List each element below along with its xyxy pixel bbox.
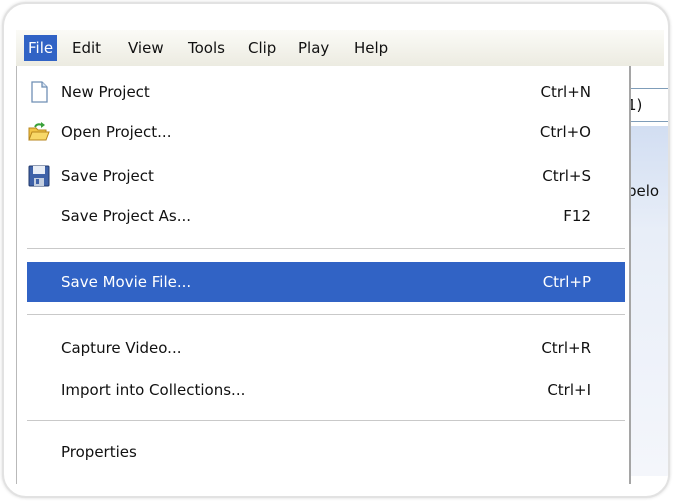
menu-file[interactable]: File (24, 35, 58, 61)
menu-item-save-movie-file[interactable]: Save Movie File... Ctrl+P (27, 262, 625, 302)
menu-item-label: Properties (61, 443, 137, 461)
menu-clip[interactable]: Clip (244, 35, 280, 61)
menu-item-import-into-collections[interactable]: Import into Collections... Ctrl+I (27, 370, 625, 410)
menu-item-shortcut: Ctrl+I (547, 381, 591, 399)
menu-item-shortcut: Ctrl+R (541, 339, 591, 357)
menu-edit[interactable]: Edit (68, 35, 105, 61)
menu-item-shortcut: Ctrl+P (542, 273, 591, 291)
menu-item-capture-video[interactable]: Capture Video... Ctrl+R (27, 328, 625, 368)
menu-item-label: Save Project (61, 167, 154, 185)
open-folder-icon (27, 120, 51, 144)
background-panel-text: belo (627, 182, 660, 200)
menu-item-shortcut: Ctrl+N (540, 83, 591, 101)
menu-separator (27, 420, 625, 421)
new-document-icon (27, 80, 51, 104)
window-frame: File Edit View Tools Clip Play Help 1) b… (2, 2, 670, 498)
menu-item-label: Capture Video... (61, 339, 182, 357)
menu-item-label: Import into Collections... (61, 381, 246, 399)
menu-play[interactable]: Play (294, 35, 333, 61)
floppy-disk-icon (27, 164, 51, 188)
menu-separator (27, 314, 625, 315)
menu-item-label: Save Project As... (61, 207, 192, 225)
menu-item-shortcut: Ctrl+O (539, 123, 591, 141)
menu-item-save-project[interactable]: Save Project Ctrl+S (27, 156, 625, 196)
file-menu-dropdown: New Project Ctrl+N Open Project... Ctrl+… (16, 66, 631, 484)
menu-item-properties[interactable]: Properties (27, 432, 625, 472)
menu-item-label: Save Movie File... (61, 273, 192, 291)
menu-item-new-project[interactable]: New Project Ctrl+N (27, 72, 625, 112)
menu-item-open-project[interactable]: Open Project... Ctrl+O (27, 112, 625, 152)
menu-tools[interactable]: Tools (184, 35, 229, 61)
menu-item-label: Open Project... (61, 123, 172, 141)
menu-item-save-project-as[interactable]: Save Project As... F12 (27, 196, 625, 236)
menu-item-shortcut: F12 (563, 207, 591, 225)
menu-separator (27, 248, 625, 249)
menu-help[interactable]: Help (350, 35, 392, 61)
menu-bar: File Edit View Tools Clip Play Help (16, 30, 664, 67)
menu-view[interactable]: View (124, 35, 168, 61)
menu-item-shortcut: Ctrl+S (542, 167, 591, 185)
menu-item-label: New Project (61, 83, 150, 101)
